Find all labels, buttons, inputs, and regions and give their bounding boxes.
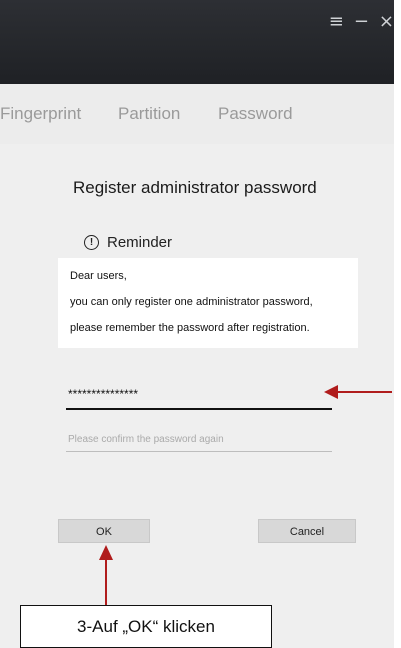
password-arrow-head — [324, 385, 338, 399]
instruction-callout: 3-Auf „OK“ klicken — [20, 605, 272, 648]
annotation-arrows — [99, 385, 392, 605]
ok-arrow-head — [99, 545, 113, 560]
